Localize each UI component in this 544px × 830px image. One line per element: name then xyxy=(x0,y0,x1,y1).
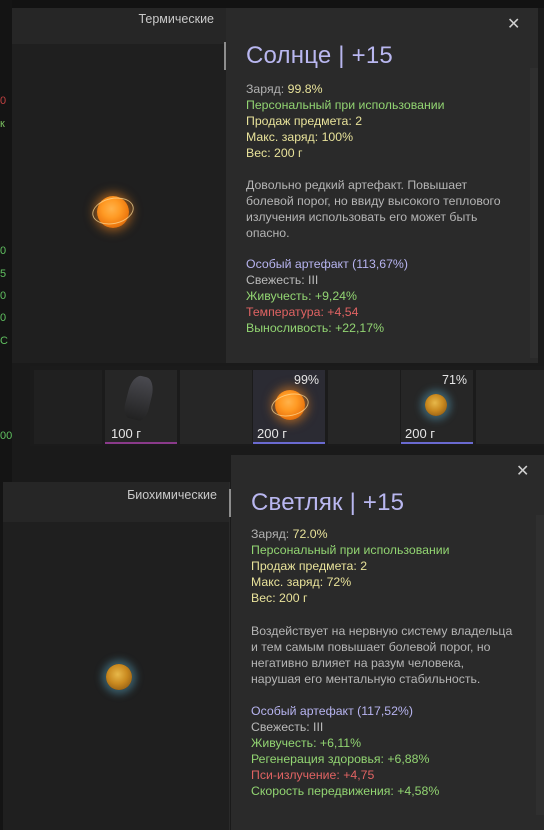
artifact-title: Светляк | +15 xyxy=(251,489,405,516)
effect-vitality: Живучесть: +9,24% xyxy=(246,289,357,303)
personal-line: Персональный при использовании xyxy=(246,98,445,112)
effect-temperature: Температура: +4,54 xyxy=(246,305,359,319)
inventory-slot[interactable]: 100 г xyxy=(105,370,177,444)
close-icon[interactable]: ✕ xyxy=(516,464,529,480)
charge-line: Заряд: 99.8% xyxy=(246,82,323,96)
firefly-artifact-icon xyxy=(106,664,132,690)
side-mark: 0 xyxy=(0,312,7,324)
artifact-info-panel: ✕ Светляк | +15 Заряд: 72.0% Персональны… xyxy=(231,455,544,830)
scrollbar[interactable] xyxy=(530,68,538,358)
effects-list: Особый артефакт (113,67%) Свежесть: III … xyxy=(246,256,408,336)
side-mark: С xyxy=(0,335,8,347)
artifact-preview-panel: Биохимические xyxy=(3,482,230,830)
category-label: Биохимические xyxy=(127,488,217,502)
effect-stamina: Выносливость: +22,17% xyxy=(246,321,385,335)
sun-artifact-icon xyxy=(269,390,311,422)
slot-weight: 200 г xyxy=(257,426,288,441)
sales-line: Продаж предмета: 2 xyxy=(251,559,368,573)
freshness: Свежесть: III xyxy=(251,720,324,734)
side-mark: 00 xyxy=(0,430,13,442)
side-mark: 5 xyxy=(0,268,7,280)
personal-line: Персональный при использовании xyxy=(251,543,450,557)
effect-move-speed: Скорость передвижения: +4,58% xyxy=(251,784,440,798)
category-header: Термические xyxy=(12,8,226,44)
slot-bar xyxy=(105,442,177,444)
slot-charge: 99% xyxy=(294,373,320,387)
effect-psi-radiation: Пси-излучение: +4,75 xyxy=(251,768,375,782)
slot-charge: 71% xyxy=(442,373,468,387)
weight-line: Вес: 200 г xyxy=(246,146,303,160)
side-mark: 0 xyxy=(0,95,7,107)
close-icon[interactable]: ✕ xyxy=(507,17,520,33)
artifact-description: Довольно редкий артефакт. Повышает болев… xyxy=(246,178,501,240)
category-header: Биохимические xyxy=(3,482,229,522)
max-charge-line: Макс. заряд: 100% xyxy=(246,130,354,144)
slot-weight: 200 г xyxy=(405,426,436,441)
side-mark: 0 xyxy=(0,245,7,257)
firefly-artifact-icon xyxy=(425,394,447,416)
artifact-info-panel: ✕ Солнце | +15 Заряд: 99.8% Персональный… xyxy=(226,8,538,363)
side-mark: 0 xyxy=(0,290,7,302)
inventory-slot[interactable] xyxy=(328,370,400,444)
stats-list: Заряд: 99.8% Персональный при использова… xyxy=(246,81,444,161)
special-artifact: Особый артефакт (113,67%) xyxy=(246,257,408,271)
artifact-description: Воздействует на нервную систему владельц… xyxy=(251,624,513,686)
freshness: Свежесть: III xyxy=(246,273,319,287)
max-charge-line: Макс. заряд: 72% xyxy=(251,575,352,589)
charge-line: Заряд: 72.0% xyxy=(251,527,328,541)
effects-list: Особый артефакт (117,52%) Свежесть: III … xyxy=(251,703,439,799)
top-bar xyxy=(0,0,544,8)
effect-health-regen: Регенерация здоровья: +6,88% xyxy=(251,752,430,766)
inventory-slot[interactable] xyxy=(180,370,252,444)
category-label: Термические xyxy=(138,12,214,26)
dark-artifact-icon xyxy=(122,373,156,423)
slot-weight: 100 г xyxy=(111,426,142,441)
inventory-slot-selected[interactable]: 99% 200 г xyxy=(253,370,325,444)
inventory-slot[interactable]: 71% 200 г xyxy=(401,370,473,444)
side-mark: к xyxy=(0,118,5,130)
sun-artifact-icon xyxy=(88,193,138,234)
weight-line: Вес: 200 г xyxy=(251,591,308,605)
artifact-preview-panel: Термические xyxy=(12,8,227,363)
slot-bar xyxy=(253,442,325,444)
effect-vitality: Живучесть: +6,11% xyxy=(251,736,362,750)
artifact-title: Солнце | +15 xyxy=(246,42,393,69)
inventory-slot[interactable] xyxy=(476,370,544,444)
stats-list: Заряд: 72.0% Персональный при использова… xyxy=(251,526,449,606)
special-artifact: Особый артефакт (117,52%) xyxy=(251,704,413,718)
scrollbar[interactable] xyxy=(536,515,544,815)
sales-line: Продаж предмета: 2 xyxy=(246,114,363,128)
inventory-slot-empty[interactable] xyxy=(34,370,102,444)
slot-bar xyxy=(401,442,473,444)
